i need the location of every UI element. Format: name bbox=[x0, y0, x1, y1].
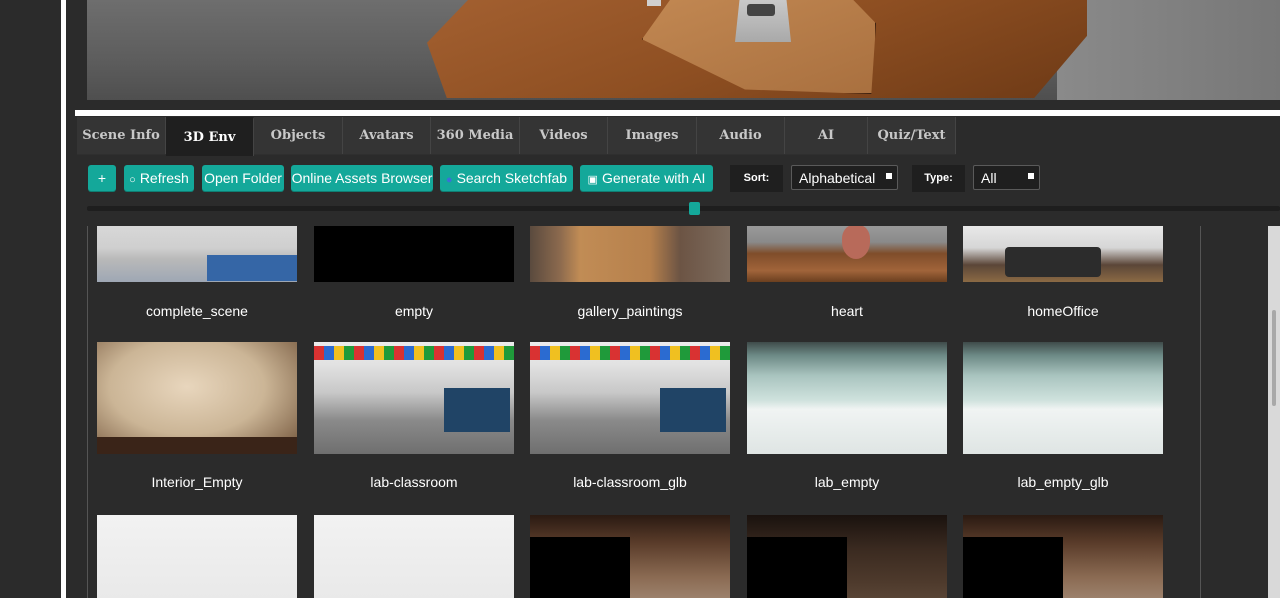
tab-3d-env[interactable]: 3D Env bbox=[166, 117, 254, 156]
type-caret-icon bbox=[1028, 173, 1034, 179]
type-value: All bbox=[981, 170, 997, 186]
tab-avatars[interactable]: Avatars bbox=[343, 117, 431, 154]
viewport-pedestal-top bbox=[747, 4, 775, 16]
refresh-icon: ○ bbox=[129, 174, 136, 186]
asset-name: gallery_paintings bbox=[577, 303, 683, 319]
asset-card[interactable]: lab_empty bbox=[747, 342, 947, 490]
add-button[interactable]: + bbox=[88, 165, 116, 192]
tab-audio[interactable]: Audio bbox=[697, 117, 785, 154]
asset-name: lab_empty bbox=[814, 474, 880, 490]
left-panel bbox=[0, 0, 61, 598]
asset-card[interactable] bbox=[530, 515, 730, 598]
asset-name: heart bbox=[831, 303, 863, 319]
tab-images[interactable]: Images bbox=[608, 117, 697, 154]
open-folder-button[interactable]: Open Folder bbox=[202, 165, 284, 192]
asset-card[interactable]: lab-classroom_glb bbox=[530, 342, 730, 490]
type-label: Type: bbox=[912, 165, 965, 192]
page-scrollbar[interactable] bbox=[1268, 226, 1280, 598]
asset-grid: complete_scene empty gallery_paintings h… bbox=[87, 226, 1267, 598]
asset-card[interactable]: lab-classroom bbox=[314, 342, 514, 490]
slider-thumb[interactable] bbox=[689, 202, 700, 215]
asset-thumbnail bbox=[747, 226, 947, 282]
asset-card[interactable] bbox=[963, 515, 1163, 598]
thumbnail-size-slider[interactable] bbox=[87, 206, 1280, 211]
asset-name: lab_empty_glb bbox=[1017, 474, 1109, 490]
online-assets-browser-button[interactable]: Online Assets Browser bbox=[291, 165, 433, 192]
asset-tabs: Scene Info 3D Env Objects Avatars 360 Me… bbox=[77, 117, 956, 180]
main-panel: Scene Info 3D Env Objects Avatars 360 Me… bbox=[66, 0, 1280, 598]
asset-card[interactable]: empty bbox=[314, 226, 514, 319]
asset-thumbnail bbox=[97, 342, 297, 454]
asset-card[interactable]: lab_empty_glb bbox=[963, 342, 1163, 490]
asset-thumbnail bbox=[314, 226, 514, 282]
scrollbar-thumb[interactable] bbox=[1272, 310, 1276, 406]
tab-scene-info[interactable]: Scene Info bbox=[77, 117, 166, 154]
asset-thumbnail bbox=[963, 515, 1163, 598]
asset-thumbnail bbox=[530, 515, 730, 598]
asset-name: lab-classroom bbox=[370, 474, 458, 490]
asset-card[interactable] bbox=[314, 515, 514, 598]
search-sketchfab-button[interactable]: ● Search Sketchfab bbox=[440, 165, 573, 192]
generate-ai-button[interactable]: ▣ Generate with AI bbox=[580, 165, 713, 192]
sort-select[interactable]: Alphabetical bbox=[791, 165, 898, 190]
asset-name: Interior_Empty bbox=[151, 474, 243, 490]
asset-name: lab-classroom_glb bbox=[573, 474, 687, 490]
asset-thumbnail bbox=[530, 342, 730, 454]
asset-thumbnail bbox=[97, 226, 297, 282]
refresh-button[interactable]: ○ Refresh bbox=[124, 165, 194, 192]
tab-videos[interactable]: Videos bbox=[520, 117, 608, 154]
tab-objects[interactable]: Objects bbox=[254, 117, 343, 154]
asset-card[interactable]: complete_scene bbox=[97, 226, 297, 319]
asset-thumbnail bbox=[963, 342, 1163, 454]
asset-thumbnail bbox=[314, 515, 514, 598]
tab-ai-prompts[interactable]: AI Prompts bbox=[785, 117, 868, 180]
viewport-object bbox=[647, 0, 661, 6]
asset-card[interactable]: homeOffice bbox=[963, 226, 1163, 319]
asset-card[interactable] bbox=[747, 515, 947, 598]
asset-thumbnail bbox=[314, 342, 514, 454]
asset-thumbnail bbox=[97, 515, 297, 598]
grid-border bbox=[1200, 226, 1201, 598]
scene-viewport[interactable] bbox=[87, 0, 1280, 100]
asset-name: empty bbox=[394, 303, 434, 319]
asset-card[interactable]: Interior_Empty bbox=[97, 342, 297, 490]
asset-thumbnail bbox=[530, 226, 730, 282]
sort-caret-icon bbox=[886, 173, 892, 179]
tab-quiz-text[interactable]: Quiz/Text bbox=[868, 117, 956, 154]
generate-ai-label: Generate with AI bbox=[601, 170, 706, 186]
asset-thumbnail bbox=[747, 342, 947, 454]
asset-name: homeOffice bbox=[1027, 303, 1099, 319]
search-icon: ● bbox=[445, 174, 453, 186]
asset-name: complete_scene bbox=[146, 303, 248, 319]
asset-thumbnail bbox=[963, 226, 1163, 282]
asset-card[interactable]: gallery_paintings bbox=[530, 226, 730, 319]
refresh-label: Refresh bbox=[139, 170, 189, 186]
panel-separator[interactable] bbox=[75, 110, 1280, 116]
sort-label: Sort: bbox=[730, 165, 783, 192]
search-sketchfab-label: Search Sketchfab bbox=[456, 170, 568, 186]
sort-value: Alphabetical bbox=[799, 170, 876, 186]
asset-card[interactable] bbox=[97, 515, 297, 598]
viewport-wall bbox=[1057, 0, 1280, 100]
tab-360-media[interactable]: 360 Media bbox=[431, 117, 520, 154]
robot-icon: ▣ bbox=[587, 174, 598, 186]
type-select[interactable]: All bbox=[973, 165, 1040, 190]
asset-thumbnail bbox=[747, 515, 947, 598]
asset-card[interactable]: heart bbox=[747, 226, 947, 319]
